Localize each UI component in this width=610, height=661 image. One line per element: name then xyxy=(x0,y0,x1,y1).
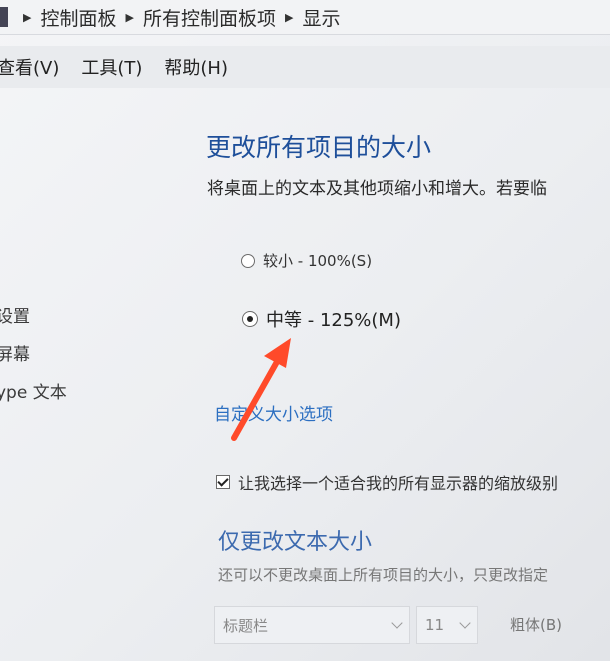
control-panel-icon xyxy=(0,7,8,27)
text-size-controls: 标题栏 11 粗体(B) xyxy=(214,606,610,646)
radio-smaller[interactable] xyxy=(241,253,255,268)
sidebar-link-cleartype-text[interactable]: ype 文本 xyxy=(0,378,67,403)
chevron-down-icon xyxy=(459,617,471,629)
sidebar-link-screen[interactable]: 屏幕 xyxy=(0,340,30,365)
menu-tools[interactable]: 工具(T) xyxy=(81,54,142,80)
font-size-select-value: 11 xyxy=(425,616,445,634)
custom-size-link[interactable]: 自定义大小选项 xyxy=(214,400,333,425)
option-smaller-label: 较小 - 100%(S) xyxy=(263,252,373,270)
chevron-down-icon xyxy=(391,617,403,629)
bold-checkbox-label[interactable]: 粗体(B) xyxy=(510,614,562,635)
option-medium-label: 中等 - 125%(M) xyxy=(266,310,401,331)
breadcrumb-separator-icon: ▶ xyxy=(284,10,294,24)
element-select-value: 标题栏 xyxy=(223,616,269,635)
menu-help[interactable]: 帮助(H) xyxy=(164,54,228,80)
radio-medium[interactable] xyxy=(242,311,258,327)
breadcrumb-control-panel[interactable]: 控制面板 xyxy=(40,4,116,31)
element-select[interactable]: 标题栏 xyxy=(214,606,410,644)
font-size-select[interactable]: 11 xyxy=(416,606,478,644)
breadcrumb-all-items[interactable]: 所有控制面板项 xyxy=(143,4,276,31)
menu-bar: 查看(V) 工具(T) 帮助(H) xyxy=(0,46,610,88)
text-size-description: 还可以不更改桌面上所有项目的大小，只更改指定 xyxy=(218,566,549,584)
address-bar[interactable]: ▶ 控制面板 ▶ 所有控制面板项 ▶ 显示 xyxy=(0,0,610,35)
scaling-checkbox-label: 让我选择一个适合我的所有显示器的缩放级别 xyxy=(238,474,559,493)
breadcrumb-separator-icon: ▶ xyxy=(125,10,134,24)
option-medium[interactable]: 中等 - 125%(M) xyxy=(242,306,401,332)
page-description: 将桌面上的文本及其他项缩小和增大。若要临 xyxy=(207,179,547,199)
option-smaller[interactable]: 较小 - 100%(S) xyxy=(241,250,372,271)
sidebar-link-settings[interactable]: 设置 xyxy=(0,302,30,327)
page-title: 更改所有项目的大小 xyxy=(206,133,432,162)
menu-view[interactable]: 查看(V) xyxy=(0,54,59,80)
text-size-title: 仅更改文本大小 xyxy=(218,530,373,555)
scaling-checkbox[interactable] xyxy=(216,475,230,489)
breadcrumb-display[interactable]: 显示 xyxy=(302,4,340,31)
scaling-checkbox-row[interactable]: 让我选择一个适合我的所有显示器的缩放级别 xyxy=(216,470,558,494)
breadcrumb-separator-icon: ▶ xyxy=(23,10,32,24)
